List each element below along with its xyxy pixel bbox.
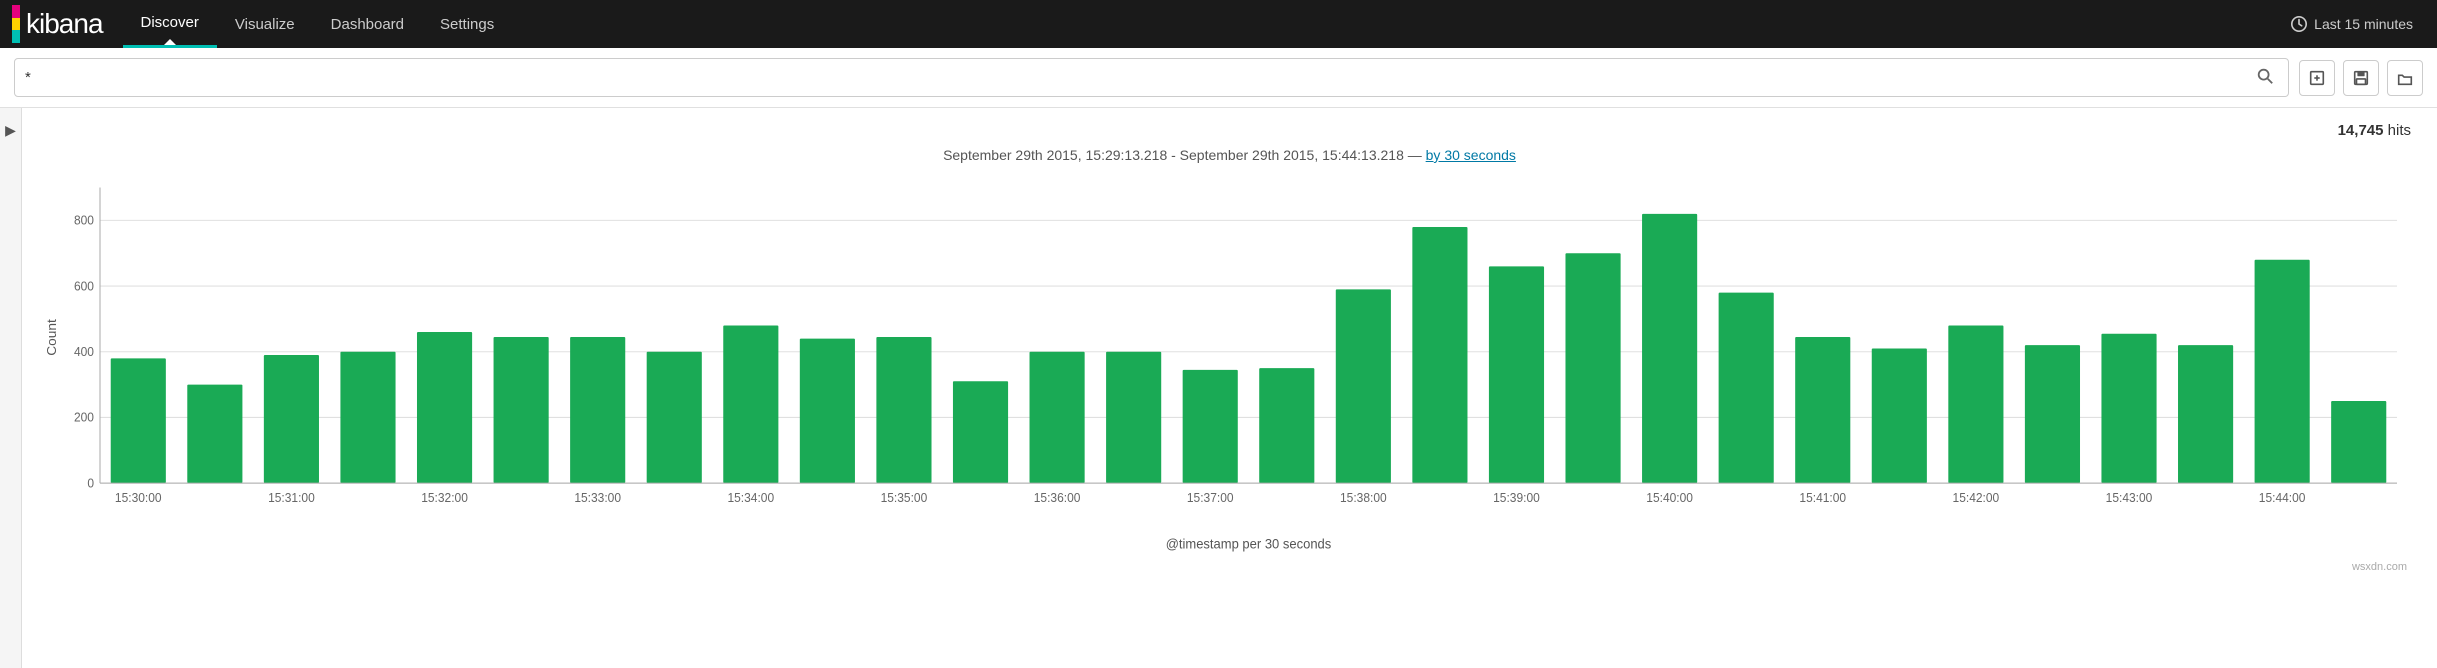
hits-row: 14,745 hits	[42, 122, 2417, 139]
new-search-button[interactable]	[2299, 60, 2335, 96]
new-search-icon	[2308, 69, 2326, 87]
navbar: kibana Discover Visualize Dashboard Sett…	[0, 0, 2437, 48]
toolbar-buttons	[2299, 60, 2423, 96]
nav-item-discover[interactable]: Discover	[123, 0, 217, 48]
svg-text:15:34:00: 15:34:00	[727, 491, 774, 505]
save-icon	[2352, 69, 2370, 87]
search-button[interactable]	[2252, 65, 2278, 90]
svg-text:15:33:00: 15:33:00	[574, 491, 621, 505]
search-icon	[2256, 67, 2274, 85]
svg-text:0: 0	[87, 476, 94, 490]
svg-text:15:44:00: 15:44:00	[2259, 491, 2306, 505]
svg-text:15:32:00: 15:32:00	[421, 491, 468, 505]
sidebar-arrow-icon: ▶	[5, 122, 16, 139]
svg-text:15:40:00: 15:40:00	[1646, 491, 1693, 505]
search-input-wrapper	[14, 58, 2289, 97]
watermark: wsxdn.com	[42, 557, 2417, 577]
svg-text:15:36:00: 15:36:00	[1034, 491, 1081, 505]
svg-text:15:35:00: 15:35:00	[881, 491, 928, 505]
histogram-chart: Count 0 200 400 600 800 15:30:00 15:31:00 15:32:…	[42, 177, 2417, 557]
svg-text:600: 600	[74, 279, 94, 293]
main-content: ▶ 14,745 hits September 29th 2015, 15:29…	[0, 108, 2437, 668]
svg-text:15:39:00: 15:39:00	[1493, 491, 1540, 505]
clock-icon	[2290, 15, 2308, 33]
save-search-button[interactable]	[2343, 60, 2379, 96]
load-search-button[interactable]	[2387, 60, 2423, 96]
chart-area: 14,745 hits September 29th 2015, 15:29:1…	[22, 108, 2437, 668]
svg-text:15:43:00: 15:43:00	[2106, 491, 2153, 505]
svg-text:@timestamp per 30 seconds: @timestamp per 30 seconds	[1166, 536, 1332, 551]
sidebar-toggle[interactable]: ▶	[0, 108, 22, 668]
svg-text:15:37:00: 15:37:00	[1187, 491, 1234, 505]
date-range-link[interactable]: by 30 seconds	[1426, 147, 1516, 163]
svg-text:Count: Count	[44, 319, 59, 356]
time-filter[interactable]: Last 15 minutes	[2290, 15, 2425, 33]
svg-text:400: 400	[74, 345, 94, 359]
time-label: Last 15 minutes	[2314, 16, 2413, 32]
svg-text:800: 800	[74, 213, 94, 227]
svg-text:15:30:00: 15:30:00	[115, 491, 162, 505]
histogram-wrapper: Count 0 200 400 600 800 15:30:00 15:31:00 15:32:…	[42, 177, 2417, 557]
search-bar-container	[0, 48, 2437, 108]
nav-item-settings[interactable]: Settings	[422, 0, 512, 48]
svg-text:15:42:00: 15:42:00	[1953, 491, 2000, 505]
svg-text:15:38:00: 15:38:00	[1340, 491, 1387, 505]
load-icon	[2396, 69, 2414, 87]
svg-text:200: 200	[74, 410, 94, 424]
nav-menu: Discover Visualize Dashboard Settings	[123, 0, 513, 48]
kibana-logo: kibana	[12, 5, 103, 43]
search-input[interactable]	[25, 69, 2252, 86]
hits-count: 14,745 hits	[2338, 122, 2411, 139]
date-range: September 29th 2015, 15:29:13.218 - Sept…	[42, 147, 2417, 163]
svg-text:15:31:00: 15:31:00	[268, 491, 315, 505]
date-range-text: September 29th 2015, 15:29:13.218 - Sept…	[943, 147, 1422, 163]
nav-item-visualize[interactable]: Visualize	[217, 0, 313, 48]
svg-text:15:41:00: 15:41:00	[1799, 491, 1846, 505]
nav-item-dashboard[interactable]: Dashboard	[313, 0, 422, 48]
kibana-logo-text: kibana	[26, 8, 103, 40]
